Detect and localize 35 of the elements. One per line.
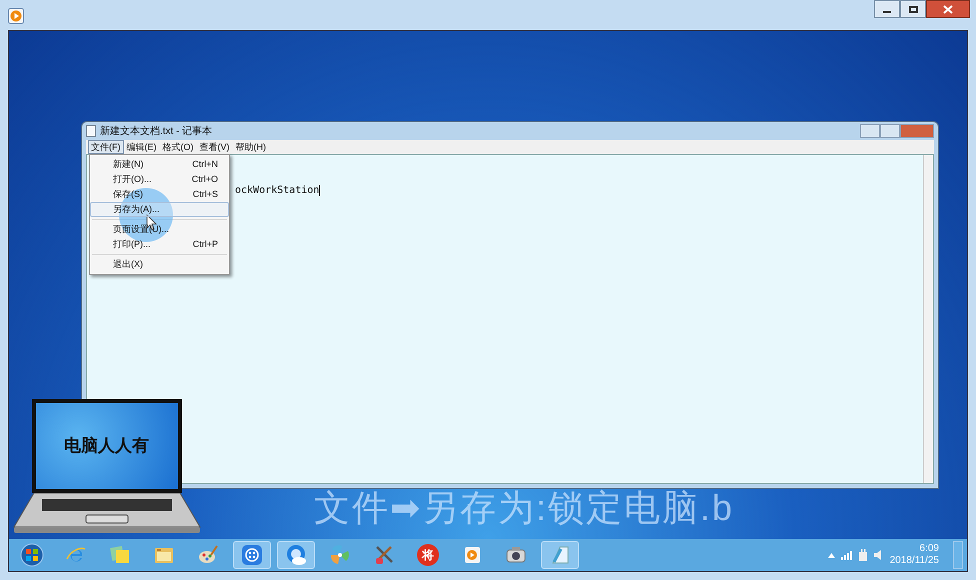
maximize-button[interactable] bbox=[900, 0, 926, 18]
close-icon bbox=[943, 4, 953, 14]
show-hidden-icons-icon bbox=[828, 552, 835, 558]
menu-option[interactable]: 退出(X) bbox=[90, 257, 229, 272]
document-text: ockWorkStation bbox=[235, 185, 320, 196]
pinwheel-icon bbox=[328, 543, 352, 567]
power-plug-icon bbox=[858, 549, 868, 561]
close-button[interactable] bbox=[926, 0, 970, 18]
menu-item[interactable]: 文件(F) bbox=[88, 140, 124, 154]
menu-option[interactable]: 打印(P)... Ctrl+P bbox=[90, 237, 229, 252]
menu-option[interactable]: 新建(N) Ctrl+N bbox=[90, 157, 229, 172]
menu-item[interactable]: 格式(O) bbox=[160, 140, 196, 154]
clock-date: 2018/11/25 bbox=[890, 555, 939, 567]
menu-item[interactable]: 帮助(H) bbox=[232, 140, 269, 154]
character-badge-icon: 将 bbox=[417, 544, 439, 566]
menu-option[interactable]: 页面设置(U)... bbox=[90, 222, 229, 237]
window-title: 新建文本文档.txt - 记事本 bbox=[100, 124, 212, 138]
menu-item[interactable]: 查看(V) bbox=[196, 140, 232, 154]
menu-item[interactable]: 编辑(E) bbox=[124, 140, 160, 154]
taskbar-button[interactable] bbox=[277, 541, 315, 569]
player-logo-icon bbox=[8, 8, 24, 24]
signal-icon bbox=[840, 550, 852, 560]
clock-time: 6:09 bbox=[920, 543, 939, 555]
logo-text: 电脑人人有 bbox=[64, 435, 149, 458]
menu-option[interactable]: 另存为(A)... bbox=[90, 202, 229, 217]
cloud-browser-icon bbox=[284, 543, 308, 567]
menu-option[interactable]: 打开(O)... Ctrl+O bbox=[90, 172, 229, 187]
subtitle: 文件➡另存为:锁定电脑.b bbox=[314, 486, 734, 530]
taskbar-button[interactable]: 将 bbox=[409, 541, 447, 569]
menu-option[interactable]: 保存(S) Ctrl+S bbox=[90, 187, 229, 202]
taskbar-button[interactable] bbox=[233, 541, 271, 569]
speaker-icon bbox=[874, 550, 884, 560]
minimize-button[interactable] bbox=[874, 0, 900, 18]
notepad-icon bbox=[86, 125, 96, 137]
start-orb-icon bbox=[20, 543, 44, 567]
